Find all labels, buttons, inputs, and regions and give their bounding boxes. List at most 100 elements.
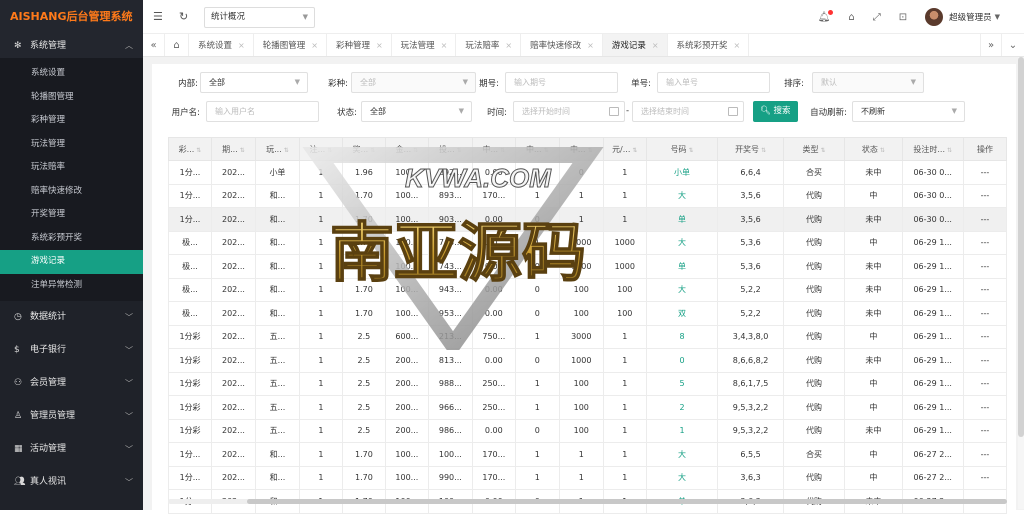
sidebar-item[interactable]: 游戏记录 bbox=[0, 250, 143, 274]
vertical-scrollbar-thumb[interactable] bbox=[1018, 57, 1024, 437]
status-select[interactable]: 全部▼ bbox=[361, 101, 472, 122]
home-icon[interactable]: ⌂ bbox=[165, 34, 189, 56]
sidebar-item[interactable]: 玩法管理 bbox=[0, 133, 143, 157]
sort-icon[interactable]: ⇅ bbox=[370, 147, 375, 154]
tab[interactable]: 彩种管理× bbox=[327, 34, 392, 56]
column-header[interactable]: 状态⇅ bbox=[845, 138, 902, 161]
sort-icon[interactable]: ⇅ bbox=[880, 147, 885, 154]
close-icon[interactable]: × bbox=[505, 41, 512, 50]
table-row[interactable]: 极...202...和...11.70100...743...170...110… bbox=[169, 231, 1007, 255]
table-cell[interactable]: --- bbox=[963, 184, 1006, 208]
column-header[interactable]: 奖...⇅ bbox=[342, 138, 385, 161]
lock-icon[interactable]: ⊡ bbox=[899, 12, 907, 23]
close-icon[interactable]: × bbox=[652, 41, 659, 50]
sidebar-item[interactable]: 注单异常检测 bbox=[0, 274, 143, 298]
sidebar-item[interactable]: 玩法赔率 bbox=[0, 156, 143, 180]
column-header[interactable]: 彩...⇅ bbox=[169, 138, 212, 161]
table-row[interactable]: 1分...202...和...11.70100...100...170...11… bbox=[169, 443, 1007, 467]
sort-icon[interactable]: ⇅ bbox=[240, 147, 245, 154]
table-row[interactable]: 1分...202...和...11.70100...893...170...11… bbox=[169, 184, 1007, 208]
table-cell[interactable]: --- bbox=[963, 443, 1006, 467]
sort-icon[interactable]: ⇅ bbox=[500, 147, 505, 154]
horizontal-scrollbar[interactable] bbox=[168, 499, 1007, 504]
order-input[interactable]: 输入单号 bbox=[657, 72, 770, 93]
table-cell[interactable]: --- bbox=[963, 278, 1006, 302]
menu-toggle-icon[interactable]: ☰ bbox=[153, 10, 163, 23]
table-row[interactable]: 1分...202...和...11.70100...903...0.00011单… bbox=[169, 208, 1007, 232]
search-button[interactable]: 🔍︎ 搜索 bbox=[753, 101, 798, 122]
close-icon[interactable]: × bbox=[238, 41, 245, 50]
sort-icon[interactable]: ⇅ bbox=[761, 147, 766, 154]
column-header[interactable]: 投...⇅ bbox=[428, 138, 472, 161]
table-row[interactable]: 1分彩202...五...12.5200...988...250...11001… bbox=[169, 372, 1007, 396]
auto-refresh-select[interactable]: 不刷新▼ bbox=[852, 101, 965, 122]
table-cell[interactable]: --- bbox=[963, 349, 1006, 373]
table-cell[interactable]: --- bbox=[963, 255, 1006, 279]
table-row[interactable]: 极...202...和...11.70100...943...0.0001001… bbox=[169, 278, 1007, 302]
table-row[interactable]: 1分彩202...五...12.5200...966...250...11001… bbox=[169, 396, 1007, 420]
overview-select[interactable]: 统计概况 ▼ bbox=[204, 7, 315, 28]
close-icon[interactable]: × bbox=[441, 41, 448, 50]
tabs-scroll-left-icon[interactable]: « bbox=[143, 34, 165, 56]
table-cell[interactable]: --- bbox=[963, 302, 1006, 326]
tab[interactable]: 玩法管理× bbox=[392, 34, 457, 56]
column-header[interactable]: 中...⇅ bbox=[559, 138, 603, 161]
sidebar-item[interactable]: 系统设置 bbox=[0, 62, 143, 86]
table-cell[interactable]: --- bbox=[963, 161, 1006, 185]
sort-icon[interactable]: ⇅ bbox=[413, 147, 418, 154]
tab[interactable]: 系统彩预开奖× bbox=[668, 34, 750, 56]
sort-icon[interactable]: ⇅ bbox=[632, 147, 637, 154]
column-header[interactable]: 号码⇅ bbox=[646, 138, 718, 161]
column-header[interactable]: 开奖号⇅ bbox=[718, 138, 783, 161]
table-cell[interactable]: --- bbox=[963, 396, 1006, 420]
tag-icon[interactable]: ⌂ bbox=[848, 12, 854, 23]
menu-group[interactable]: ▦活动管理﹀ bbox=[0, 433, 143, 466]
table-row[interactable]: 1分彩202...五...12.5200...813...0.000100010… bbox=[169, 349, 1007, 373]
menu-group-system[interactable]: ✻ 系统管理 ︿ bbox=[0, 34, 143, 58]
table-cell[interactable]: --- bbox=[963, 419, 1006, 443]
table-row[interactable]: 极...202...和...11.70100...743...0.0001000… bbox=[169, 255, 1007, 279]
sidebar-item[interactable]: 轮播图管理 bbox=[0, 86, 143, 110]
table-cell[interactable]: --- bbox=[963, 231, 1006, 255]
tab[interactable]: 系统设置× bbox=[189, 34, 254, 56]
sidebar-item[interactable]: 彩种管理 bbox=[0, 109, 143, 133]
sort-icon[interactable]: ⇅ bbox=[284, 147, 289, 154]
username-input[interactable]: 输入用户名 bbox=[206, 101, 319, 122]
menu-group[interactable]: ⚇会员管理﹀ bbox=[0, 367, 143, 400]
period-input[interactable]: 输入期号 bbox=[505, 72, 618, 93]
column-header[interactable]: 投注时...⇅ bbox=[902, 138, 963, 161]
table-row[interactable]: 1分彩202...五...12.5200...986...0.000100119… bbox=[169, 419, 1007, 443]
column-header[interactable]: 元/...⇅ bbox=[603, 138, 646, 161]
horizontal-scrollbar-thumb[interactable] bbox=[247, 499, 1007, 504]
sort-icon[interactable]: ⇅ bbox=[689, 147, 694, 154]
table-cell[interactable]: --- bbox=[963, 466, 1006, 490]
menu-group[interactable]: 👥︎真人视讯﹀ bbox=[0, 466, 143, 499]
table-row[interactable]: 1分...202...小单11.96100...892...0.00001小单6… bbox=[169, 161, 1007, 185]
close-icon[interactable]: × bbox=[376, 41, 383, 50]
column-header[interactable]: 金...⇅ bbox=[385, 138, 428, 161]
vertical-scrollbar[interactable] bbox=[1018, 57, 1024, 509]
table-row[interactable]: 1分彩202...五...12.5600...213...750...13000… bbox=[169, 325, 1007, 349]
table-cell[interactable]: --- bbox=[963, 372, 1006, 396]
inner-select[interactable]: 全部▼ bbox=[200, 72, 308, 93]
start-time-input[interactable]: 选择开始时间 bbox=[513, 101, 625, 122]
sort-icon[interactable]: ⇅ bbox=[821, 147, 826, 154]
lottery-select[interactable]: 全部▼ bbox=[351, 72, 476, 93]
column-header[interactable]: 期...⇅ bbox=[211, 138, 255, 161]
table-row[interactable]: 极...202...和...11.70100...953...0.0001001… bbox=[169, 302, 1007, 326]
close-icon[interactable]: × bbox=[311, 41, 318, 50]
user-menu[interactable]: 超级管理员 ▼ bbox=[925, 8, 1000, 26]
menu-group[interactable]: $电子银行﹀ bbox=[0, 334, 143, 367]
table-cell[interactable]: --- bbox=[963, 325, 1006, 349]
close-icon[interactable]: × bbox=[734, 41, 741, 50]
column-header[interactable]: 类型⇅ bbox=[783, 138, 844, 161]
tab[interactable]: 赔率快速修改× bbox=[521, 34, 603, 56]
tabs-menu-icon[interactable]: ⌄ bbox=[1002, 34, 1024, 56]
end-time-input[interactable]: 选择结束时间 bbox=[632, 101, 744, 122]
column-header[interactable]: 注...⇅ bbox=[299, 138, 342, 161]
menu-group[interactable]: ◷数据统计﹀ bbox=[0, 301, 143, 334]
table-cell[interactable]: --- bbox=[963, 208, 1006, 232]
tab[interactable]: 游戏记录× bbox=[603, 34, 668, 56]
sidebar-item[interactable]: 系统彩预开奖 bbox=[0, 227, 143, 251]
sort-icon[interactable]: ⇅ bbox=[544, 147, 549, 154]
